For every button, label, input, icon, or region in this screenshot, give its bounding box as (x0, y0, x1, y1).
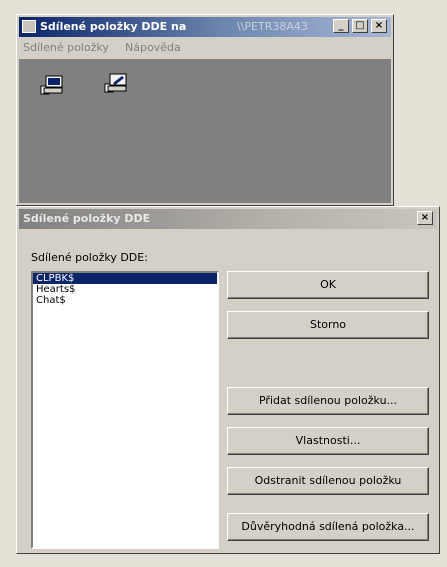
app-icon (22, 20, 36, 33)
dialog-close-button[interactable]: × (417, 211, 433, 225)
shares-listbox[interactable]: CLPBK$ Hearts$ Chat$ (31, 271, 219, 549)
dde-shares-dialog: Sdílené položky DDE × Sdílené položky DD… (16, 206, 440, 554)
menu-shared-items[interactable]: Sdílené položky (23, 41, 109, 54)
shares-list-label: Sdílené položky DDE: (31, 251, 148, 264)
remove-share-button[interactable]: Odstranit sdílenou položku (227, 467, 429, 495)
list-item[interactable]: CLPBK$ (33, 273, 217, 284)
main-window-computer: \\PETR38A43 (237, 20, 308, 33)
dialog-title-bar[interactable]: Sdílené položky DDE × (19, 209, 437, 229)
cancel-button[interactable]: Storno (227, 311, 429, 339)
list-item[interactable]: Hearts$ (33, 284, 217, 295)
shared-item-icon[interactable] (39, 74, 65, 96)
maximize-button[interactable]: □ (352, 19, 368, 33)
minimize-button[interactable]: _ (333, 19, 349, 33)
ok-button[interactable]: OK (227, 271, 429, 299)
main-window: Sdílené položky DDE na \\PETR38A43 _ □ ×… (16, 14, 394, 206)
add-share-button[interactable]: Přidat sdílenou položku... (227, 387, 429, 415)
dialog-title: Sdílené položky DDE (23, 212, 151, 225)
menu-help[interactable]: Nápověda (125, 41, 181, 54)
main-client-area (19, 59, 391, 203)
trusted-share-button[interactable]: Důvěryhodná sdílená položka... (227, 513, 429, 541)
main-window-title: Sdílené položky DDE na (40, 20, 187, 33)
menu-bar: Sdílené položky Nápověda (19, 39, 391, 57)
main-title-bar[interactable]: Sdílené položky DDE na \\PETR38A43 _ □ × (19, 17, 391, 37)
properties-button[interactable]: Vlastnosti... (227, 427, 429, 455)
list-item[interactable]: Chat$ (33, 295, 217, 306)
edit-share-icon[interactable] (103, 72, 129, 94)
close-button[interactable]: × (371, 19, 387, 33)
